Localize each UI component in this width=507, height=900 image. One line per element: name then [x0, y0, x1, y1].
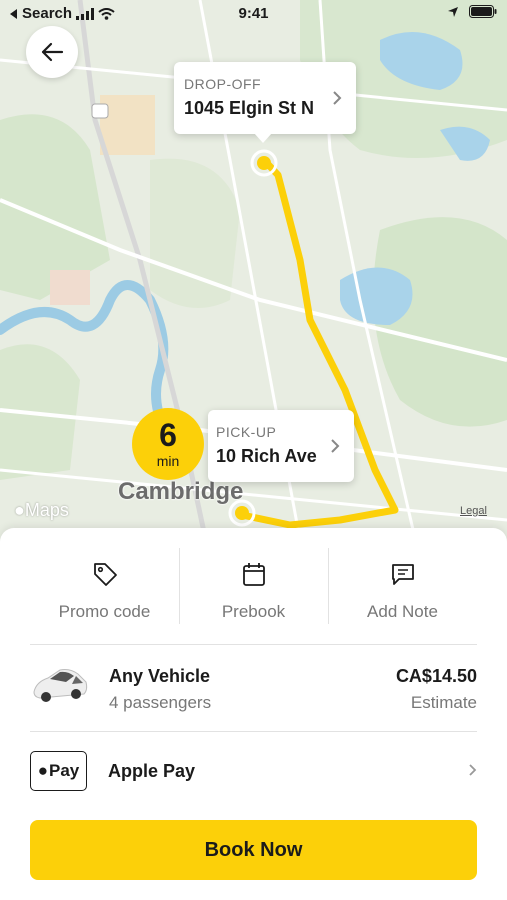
location-arrow-icon — [448, 6, 458, 17]
chevron-right-icon — [468, 763, 477, 782]
legal-link[interactable]: Legal — [460, 505, 487, 517]
eta-unit: min — [156, 453, 180, 469]
fare-estimate-note: Estimate — [410, 693, 477, 712]
payment-method-row[interactable]: ● Pay Apple Pay — [30, 750, 477, 792]
payment-method-name: Apple Pay — [108, 761, 196, 781]
ride-booking-screen: Cambridge DROP-OFF 1045 Elgin St N PICK-… — [0, 0, 507, 900]
eta-value: 6 — [159, 417, 177, 453]
battery-icon — [469, 5, 497, 18]
route-map[interactable]: Cambridge DROP-OFF 1045 Elgin St N PICK-… — [0, 0, 507, 560]
prebook-label: Prebook — [221, 602, 286, 621]
arrow-left-icon — [41, 42, 64, 62]
maps-attribution: ●Maps — [14, 500, 69, 521]
fare-price: CA$14.50 — [395, 666, 477, 686]
apple-logo-icon: ● — [37, 761, 49, 780]
divider — [30, 731, 477, 732]
note-icon — [391, 564, 414, 585]
promo-code-button[interactable]: Promo code — [30, 548, 179, 638]
divider — [179, 548, 180, 624]
apple-logo-icon: ● — [14, 500, 25, 520]
add-note-label: Add Note — [367, 602, 438, 621]
add-note-button[interactable]: Add Note — [328, 548, 477, 638]
dropoff-callout[interactable]: DROP-OFF 1045 Elgin St N — [174, 62, 356, 143]
clock: 9:41 — [238, 5, 269, 22]
book-now-button[interactable]: Book Now — [30, 820, 477, 880]
booking-sheet: Promo code Prebook Add Note Any Vehicle … — [0, 528, 507, 900]
eta-badge: 6 min — [132, 408, 204, 480]
pickup-callout[interactable]: PICK-UP 10 Rich Ave — [208, 410, 354, 482]
apple-pay-badge: ● Pay — [30, 751, 87, 791]
apple-pay-badge-text: Pay — [49, 761, 80, 780]
action-row: Promo code Prebook Add Note — [30, 548, 477, 638]
city-label: Cambridge — [118, 478, 244, 505]
vehicle-option[interactable]: Any Vehicle 4 passengers CA$14.50 Estima… — [30, 660, 477, 720]
chevron-right-icon — [330, 438, 340, 459]
calendar-icon — [242, 563, 265, 586]
chevron-right-icon — [332, 90, 342, 111]
status-bar: Search 9:41 — [0, 0, 507, 28]
dropoff-address: 1045 Elgin St N — [184, 98, 315, 118]
tag-icon — [93, 563, 117, 586]
pickup-address: 10 Rich Ave — [216, 446, 317, 466]
vehicle-capacity: 4 passengers — [109, 693, 212, 712]
car-icon — [33, 669, 88, 702]
back-button[interactable] — [26, 26, 78, 78]
divider — [328, 548, 329, 624]
vehicle-name: Any Vehicle — [109, 666, 211, 686]
maps-brand: Maps — [24, 500, 69, 520]
prebook-button[interactable]: Prebook — [179, 548, 328, 638]
pickup-label: PICK-UP — [216, 424, 277, 440]
divider — [30, 644, 477, 645]
promo-code-label: Promo code — [58, 602, 151, 621]
dropoff-label: DROP-OFF — [184, 76, 262, 92]
